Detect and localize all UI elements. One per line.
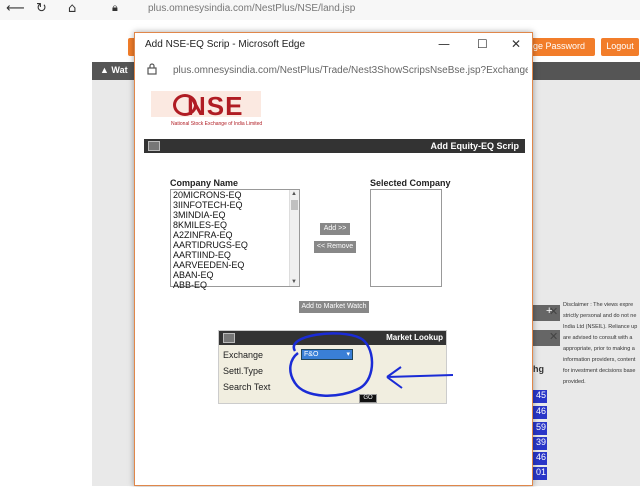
column-header: hg	[533, 364, 544, 374]
annotation-circle	[289, 332, 374, 397]
close-icon[interactable]: ✕	[549, 330, 558, 343]
market-watch-label: Wat	[111, 65, 128, 75]
popup-window: Add NSE-EQ Scrip - Microsoft Edge — ☐ ✕ …	[134, 32, 533, 486]
collapse-icon[interactable]: ▲	[100, 65, 111, 75]
annotation-arrow	[386, 366, 454, 389]
lock-icon: 🔒︎	[112, 1, 118, 14]
address-bar[interactable]: plus.omnesysindia.com/NestPlus/NSE/land.…	[148, 3, 355, 14]
close-icon[interactable]: ✕	[549, 305, 558, 318]
home-icon[interactable]: ⌂	[68, 1, 76, 16]
annotation-overlay	[289, 332, 454, 397]
logout-button[interactable]: Logout	[601, 38, 639, 56]
back-arrow-icon[interactable]: ⟵	[6, 1, 25, 16]
disclaimer-text: Disclaimer : The views expre strictly pe…	[563, 302, 638, 385]
browser-toolbar: ⟵ ↻ ⌂ 🔒︎ plus.omnesysindia.com/NestPlus/…	[0, 0, 640, 20]
refresh-icon[interactable]: ↻	[36, 1, 47, 16]
